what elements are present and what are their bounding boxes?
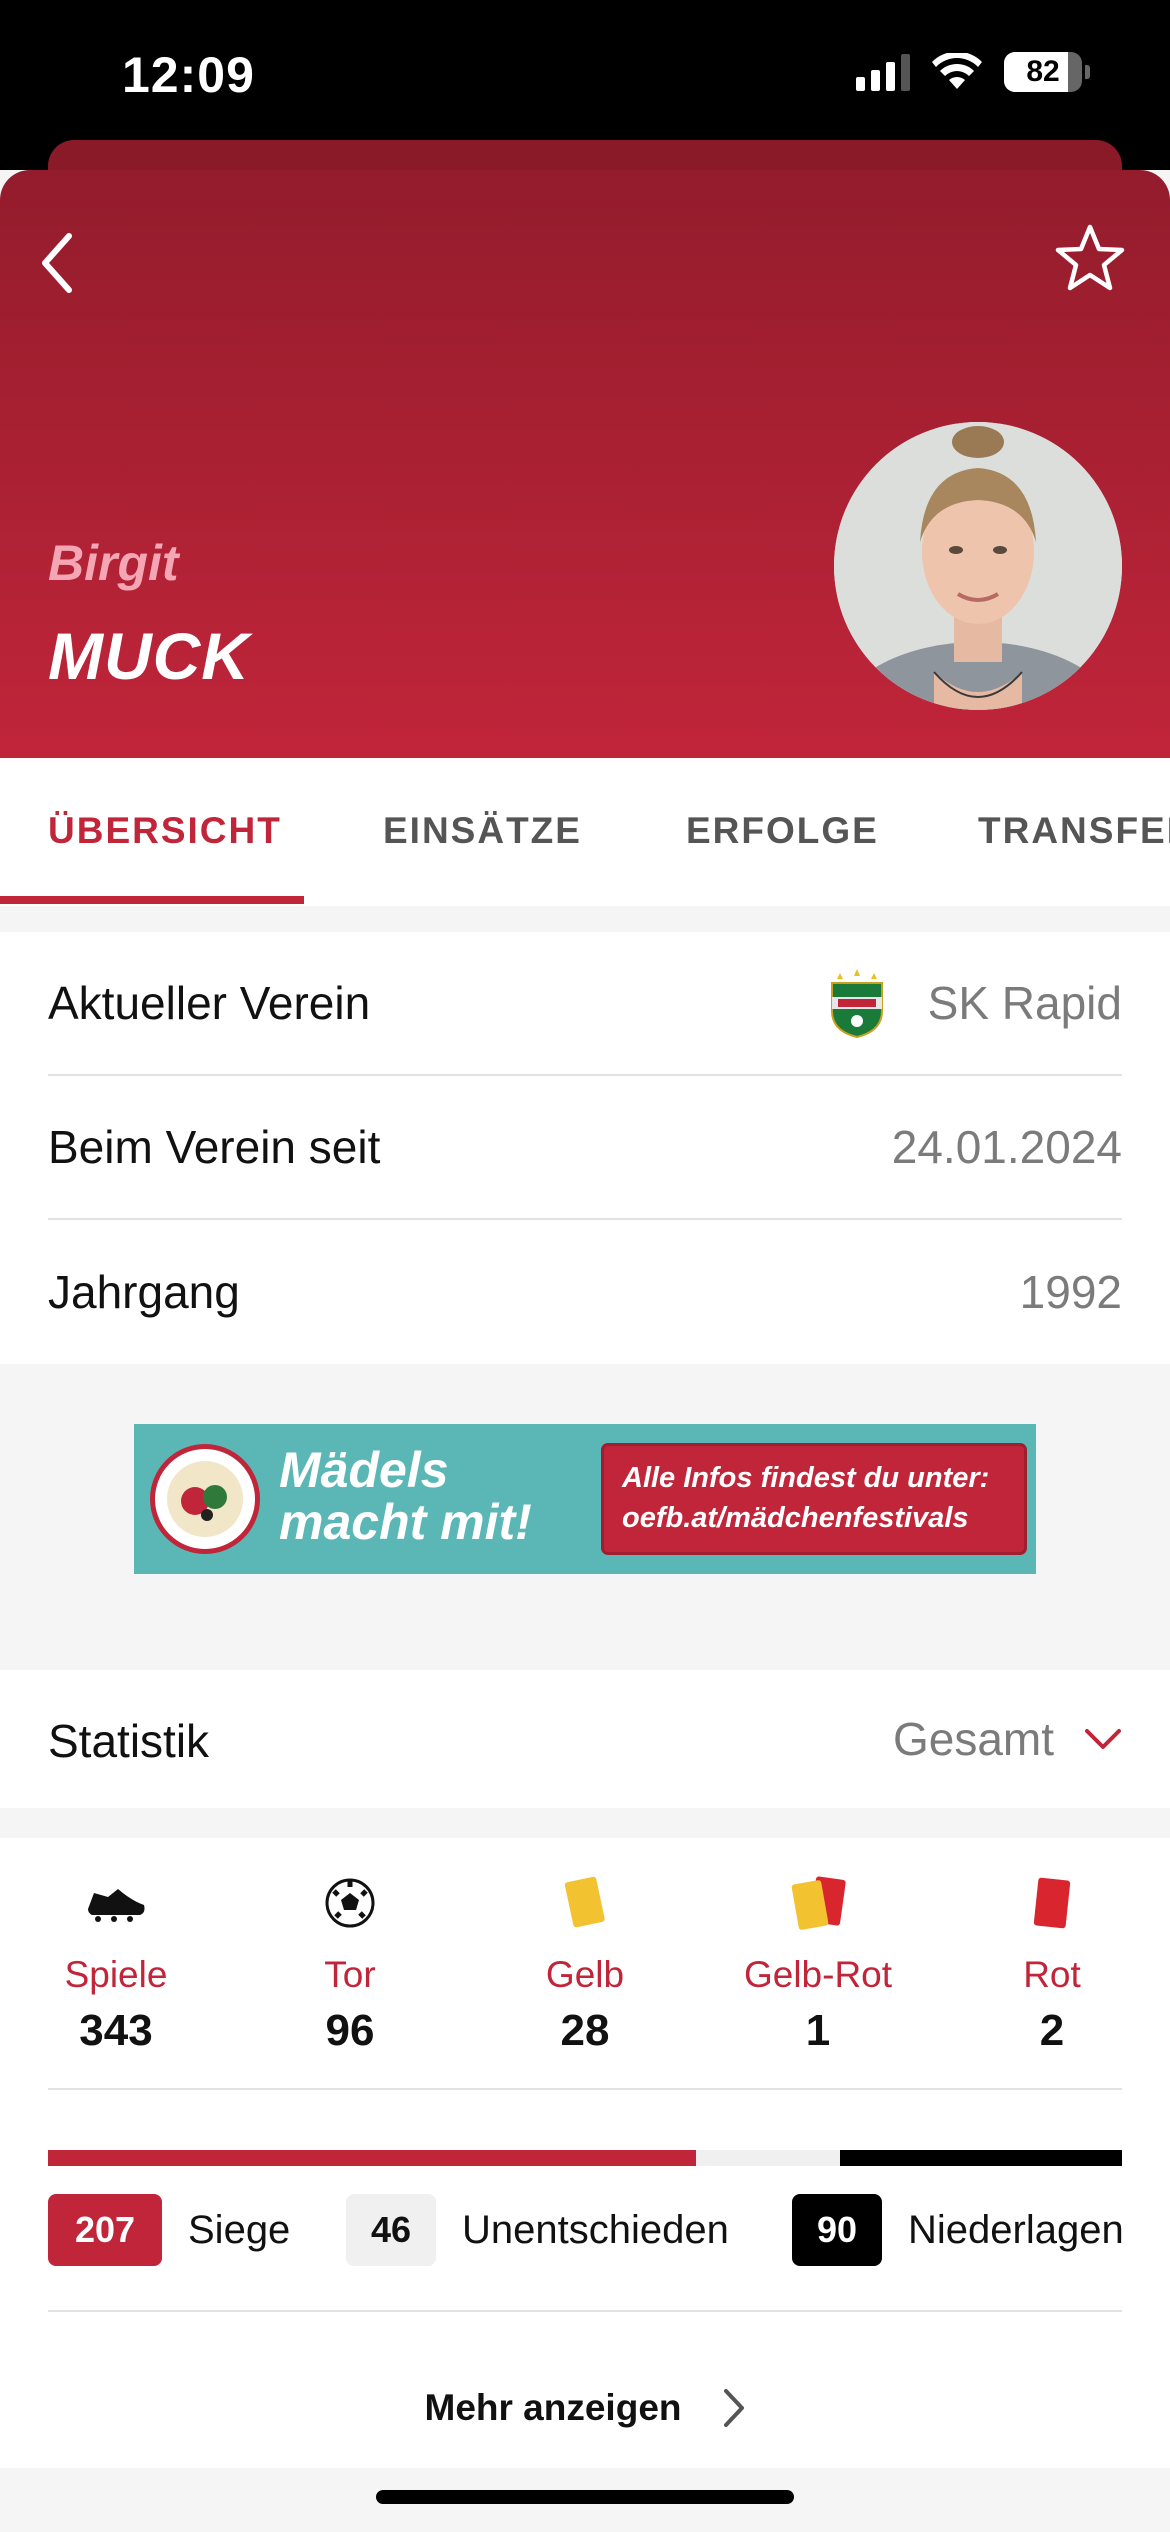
club-logo-icon [830, 969, 883, 1039]
stat-label: Gelb [545, 1954, 625, 1995]
stat-gelb-rot: Gelb-Rot 1 [698, 1868, 938, 2056]
result-draws: 46 Unentschieden [346, 2194, 729, 2266]
losses-badge: 90 [792, 2194, 882, 2266]
result-wins: 207 Siege [48, 2194, 290, 2266]
chevron-left-icon [42, 233, 72, 293]
tab-bar: ÜBERSICHT EINSÄTZE ERFOLGE TRANSFER [0, 758, 1170, 906]
chevron-down-icon [1085, 1729, 1121, 1749]
losses-label: Niederlagen [908, 2207, 1124, 2252]
stat-value: 343 [79, 2006, 153, 2055]
tab-active-indicator [0, 896, 304, 904]
info-row-club[interactable]: Aktueller Verein SK Rapid [48, 932, 1122, 1076]
star-icon [1055, 224, 1125, 291]
status-time: 12:09 [122, 47, 255, 103]
signal-icon [856, 53, 910, 91]
red-card-icon [1033, 1877, 1071, 1929]
results-bar-wins [48, 2150, 697, 2166]
draws-label: Unentschieden [462, 2207, 729, 2252]
info-label: Jahrgang [48, 1266, 240, 1318]
stat-value: 96 [325, 2006, 375, 2055]
info-row-year: Jahrgang 1992 [48, 1220, 1122, 1364]
tab-erfolge[interactable]: ERFOLGE [686, 810, 879, 852]
info-label: Beim Verein seit [48, 1121, 381, 1173]
festival-logo-icon [150, 1444, 260, 1554]
banner-title: Mädels macht mit! [279, 1444, 532, 1548]
stat-label: Tor [324, 1954, 376, 1995]
show-more-label: Mehr anzeigen [424, 2387, 682, 2428]
tab-transfer[interactable]: TRANSFER [978, 810, 1170, 852]
banner-title-line: macht mit! [279, 1494, 532, 1550]
statistics-filter-value: Gesamt [892, 1713, 1054, 1765]
divider [48, 2088, 1122, 2090]
stat-value: 28 [560, 2006, 610, 2055]
banner-info-box: Alle Infos findest du unter: oefb.at/mäd… [604, 1446, 1024, 1552]
battery-icon: 82 [1004, 52, 1090, 92]
stat-tor: Tor 96 [230, 1868, 470, 2056]
tab-uebersicht[interactable]: ÜBERSICHT [48, 810, 282, 852]
banner-title-line: Mädels [279, 1442, 449, 1498]
stat-label: Rot [1023, 1954, 1081, 1995]
stat-label: Spiele [64, 1954, 168, 1995]
player-header: Birgit MUCK [0, 170, 1170, 758]
result-losses: 90 Niederlagen [792, 2194, 1124, 2266]
show-more-button[interactable]: Mehr anzeigen [0, 2348, 1170, 2468]
ad-banner[interactable]: Mädels macht mit! Alle Infos findest du … [134, 1424, 1036, 1574]
info-value: SK Rapid [927, 977, 1122, 1029]
statistics-title: Statistik [48, 1715, 210, 1767]
wins-label: Siege [188, 2207, 291, 2252]
banner-info-line: Alle Infos findest du unter: [622, 1462, 990, 1494]
yellow-card-icon [564, 1876, 605, 1928]
stat-gelb: Gelb 28 [465, 1868, 705, 2056]
chevron-right-icon [723, 2389, 744, 2427]
statistics-header: Statistik Gesamt [0, 1670, 1170, 1808]
info-value: 1992 [1019, 1266, 1122, 1318]
stat-label: Gelb-Rot [743, 1954, 893, 1995]
results-bar [48, 2150, 1122, 2166]
statistics-card: Spiele 343 Tor 96 Gelb 28 Gelb-Rot 1 Rot… [0, 1838, 1170, 2468]
battery-percent: 82 [1026, 55, 1060, 88]
results-bar-losses [840, 2150, 1122, 2166]
wifi-icon [932, 53, 982, 89]
ball-icon [325, 1878, 375, 1928]
statistics-filter-dropdown[interactable]: Gesamt [893, 1712, 1122, 1766]
player-info-card: Aktueller Verein SK Rapid Beim Verein se… [0, 932, 1170, 1364]
status-icons: 82 [856, 52, 1090, 92]
stat-value: 1 [805, 2006, 831, 2055]
info-value: 24.01.2024 [891, 1121, 1122, 1173]
boot-icon [88, 1889, 145, 1922]
player-first-name: Birgit [48, 535, 179, 591]
back-button[interactable] [22, 228, 92, 298]
yellow-red-card-icon [791, 1876, 846, 1930]
favorite-button[interactable] [1050, 218, 1130, 298]
stat-spiele: Spiele 343 [0, 1868, 236, 2056]
banner-info-line: oefb.at/mädchenfestivals [622, 1502, 969, 1534]
tab-einsaetze[interactable]: EINSÄTZE [383, 810, 582, 852]
wins-badge: 207 [48, 2194, 162, 2266]
info-label: Aktueller Verein [48, 977, 371, 1029]
stat-rot: Rot 2 [932, 1868, 1170, 2056]
player-last-name: MUCK [48, 619, 250, 693]
player-avatar [834, 422, 1122, 710]
draws-badge: 46 [346, 2194, 436, 2266]
home-indicator [376, 2490, 794, 2504]
stat-value: 2 [1039, 2006, 1065, 2055]
results-bar-draws [696, 2150, 841, 2166]
info-row-since: Beim Verein seit 24.01.2024 [48, 1076, 1122, 1220]
divider [48, 2310, 1122, 2312]
